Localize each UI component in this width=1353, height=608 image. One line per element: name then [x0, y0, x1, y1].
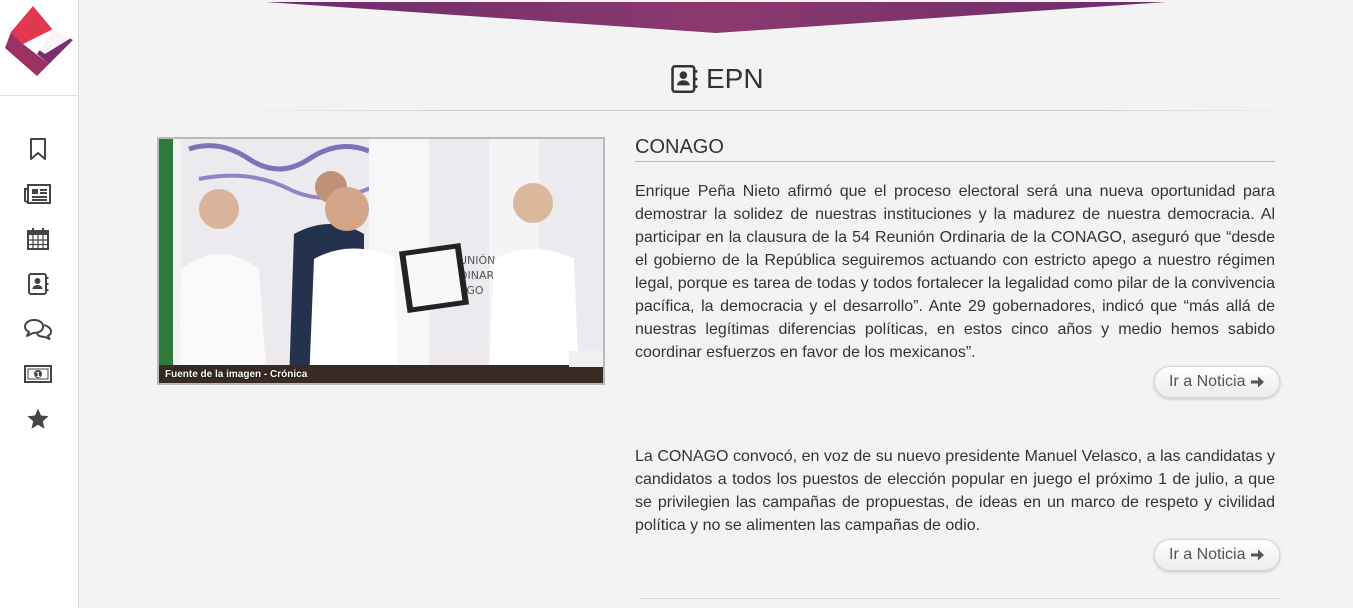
- section-divider: [640, 598, 1280, 599]
- page-title-text: EPN: [706, 63, 764, 94]
- arrow-right-icon: [1251, 549, 1265, 561]
- sidebar: 1: [0, 0, 79, 608]
- brand-logo-icon: [5, 6, 73, 76]
- page-title: EPN: [670, 62, 764, 96]
- contact-card-icon: [28, 273, 49, 295]
- calendar-icon: [27, 228, 49, 250]
- read-article-button[interactable]: Ir a Noticia: [1154, 366, 1281, 398]
- newspaper-icon: [24, 184, 51, 204]
- news-photo[interactable]: UNIÓN DINARIA AGO Fuente de la imagen - …: [157, 137, 605, 385]
- title-divider: [230, 110, 1310, 111]
- sidebar-item-contacts[interactable]: [24, 271, 52, 297]
- money-icon: 1: [24, 365, 52, 383]
- main-content: EPN UNIÓN DINARIA AGO Fuente de la image…: [80, 0, 1353, 608]
- sidebar-item-comments[interactable]: [24, 316, 52, 342]
- photo-caption: Fuente de la imagen - Crónica: [165, 369, 308, 380]
- star-icon: [27, 408, 49, 429]
- article-body-secondary: La CONAGO convocó, en voz de su nuevo pr…: [635, 448, 1275, 534]
- contact-card-icon: [671, 65, 698, 93]
- news-photo-image: UNIÓN DINARIA AGO: [159, 139, 603, 383]
- comments-icon: [24, 319, 52, 340]
- sidebar-item-news[interactable]: [24, 181, 52, 207]
- svg-text:1: 1: [36, 371, 41, 379]
- read-article-label: Ir a Noticia: [1169, 546, 1246, 563]
- article-body: Enrique Peña Nieto afirmó que el proceso…: [635, 183, 1275, 361]
- sidebar-item-bookmarks[interactable]: [24, 136, 52, 162]
- read-article-button-secondary[interactable]: Ir a Noticia: [1154, 539, 1281, 571]
- sidebar-item-favorites[interactable]: [24, 406, 52, 432]
- svg-text:UNIÓN: UNIÓN: [459, 254, 495, 267]
- arrow-right-icon: [1251, 376, 1265, 388]
- sidebar-item-calendar[interactable]: [24, 226, 52, 252]
- sidebar-item-finance[interactable]: 1: [24, 361, 52, 387]
- logo[interactable]: [0, 0, 79, 96]
- read-article-label: Ir a Noticia: [1169, 373, 1246, 390]
- bookmark-icon: [30, 138, 46, 160]
- article-heading: CONAGO: [635, 136, 1275, 162]
